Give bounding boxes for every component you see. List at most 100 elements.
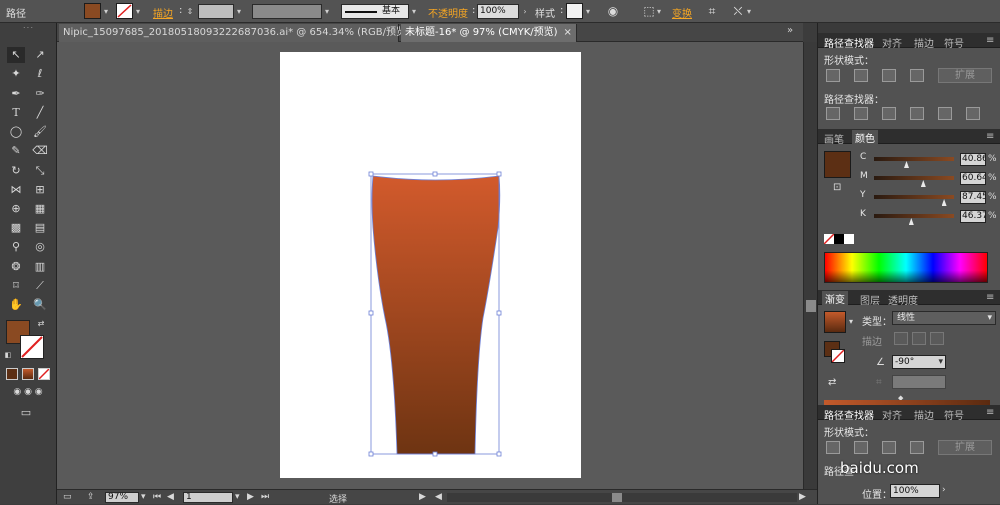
- stroke-color-box[interactable]: [20, 335, 44, 359]
- hand-tool-icon[interactable]: ✋: [7, 297, 25, 313]
- none-swatch[interactable]: [823, 233, 835, 245]
- eyedropper-tool-icon[interactable]: ⚲: [7, 239, 25, 255]
- column-graph-tool-icon[interactable]: ▥: [31, 259, 49, 275]
- first-artboard-icon[interactable]: ⏮: [153, 492, 161, 502]
- gradient-tool-icon[interactable]: ▤: [31, 220, 49, 236]
- status-arrow-icon[interactable]: ▶: [419, 492, 426, 502]
- zoom-field[interactable]: 97%: [105, 492, 139, 503]
- magic-wand-tool-icon[interactable]: ✦: [7, 66, 25, 82]
- graphic-style-swatch[interactable]: [566, 3, 583, 19]
- prev-artboard-icon[interactable]: ◀: [167, 492, 174, 502]
- gradient-angle-field[interactable]: -90° ▾: [892, 355, 946, 369]
- type-tool-icon[interactable]: T: [7, 105, 25, 121]
- fill-swatch-large[interactable]: [824, 151, 851, 178]
- white-swatch[interactable]: [844, 234, 854, 244]
- artboard-number-field[interactable]: 1: [183, 492, 233, 503]
- expand-button[interactable]: 扩展: [938, 68, 992, 83]
- exclude-icon[interactable]: [910, 441, 924, 454]
- channel-slider-c[interactable]: [874, 157, 954, 168]
- paintbrush-tool-icon[interactable]: 🖌: [31, 124, 49, 140]
- artboard-tool-icon[interactable]: ⌑: [7, 278, 25, 294]
- tab-document-2[interactable]: 未标题-16* @ 97% (CMYK/预览) ×: [401, 24, 577, 42]
- align-dropdown-icon[interactable]: ▾: [654, 4, 664, 19]
- gradient-stroke-box[interactable]: [831, 349, 845, 363]
- artboard-dropdown-icon[interactable]: ▾: [235, 492, 240, 502]
- vertical-scroll-thumb[interactable]: [806, 300, 816, 312]
- mesh-tool-icon[interactable]: ▩: [7, 220, 25, 236]
- intersect-icon[interactable]: [882, 441, 896, 454]
- variable-width-profile[interactable]: [252, 4, 322, 19]
- scale-tool-icon[interactable]: ⤡: [31, 163, 49, 179]
- status-artboard-icon[interactable]: ▭: [63, 492, 72, 502]
- color-spectrum[interactable]: [824, 252, 988, 283]
- hscroll-right-icon[interactable]: ▶: [799, 492, 806, 502]
- exclude-icon[interactable]: [910, 69, 924, 82]
- slider-thumb-icon[interactable]: [908, 218, 914, 225]
- vertical-scrollbar[interactable]: [803, 42, 817, 489]
- stroke-weight-dropdown-icon[interactable]: ▾: [234, 4, 244, 19]
- none-mode-icon[interactable]: [38, 368, 50, 380]
- reverse-gradient-icon[interactable]: ⇄: [828, 377, 836, 388]
- stroke-link[interactable]: 描边: [153, 5, 173, 20]
- zoom-dropdown-icon[interactable]: ▾: [141, 492, 146, 502]
- channel-slider-k[interactable]: [874, 214, 954, 225]
- ellipse-tool-icon[interactable]: ◯: [7, 124, 25, 140]
- isolate-icon[interactable]: ⌗: [703, 3, 721, 20]
- channel-value-m[interactable]: 60.64: [960, 172, 986, 185]
- free-transform-tool-icon[interactable]: ⊞: [31, 182, 49, 198]
- status-share-icon[interactable]: ⇪: [87, 492, 95, 502]
- pencil-tool-icon[interactable]: ✎: [7, 143, 25, 159]
- brush-definition[interactable]: 基本: [341, 4, 409, 19]
- opacity-label[interactable]: 不透明度: [428, 5, 468, 20]
- slider-thumb-icon[interactable]: [920, 180, 926, 187]
- swap-fill-stroke-icon[interactable]: ⇄: [36, 319, 46, 329]
- panel-menu-icon[interactable]: ≡: [986, 407, 994, 418]
- symbol-sprayer-tool-icon[interactable]: ❂: [7, 259, 25, 275]
- out-of-gamut-icon[interactable]: ⊡: [833, 182, 841, 193]
- outline-icon[interactable]: [938, 107, 952, 120]
- zoom-tool-icon[interactable]: 🔍: [31, 297, 49, 313]
- hscroll-left-icon[interactable]: ◀: [435, 492, 442, 502]
- opacity-field[interactable]: 100%: [477, 4, 519, 19]
- divide-icon[interactable]: [826, 107, 840, 120]
- fill-dropdown-icon[interactable]: ▾: [101, 4, 111, 19]
- tab-color[interactable]: 颜色: [852, 130, 878, 145]
- rotate-tool-icon[interactable]: ↻: [7, 163, 25, 179]
- options-dropdown-icon[interactable]: ▾: [744, 4, 754, 19]
- stroke-swatch[interactable]: [116, 3, 133, 19]
- curvature-tool-icon[interactable]: ✑: [31, 86, 49, 102]
- channel-slider-m[interactable]: [874, 176, 954, 187]
- channel-value-y[interactable]: 87.45: [960, 191, 986, 204]
- selection-tool-icon[interactable]: ↖: [7, 47, 25, 63]
- transform-link[interactable]: 变换: [672, 5, 692, 20]
- close-icon[interactable]: ×: [564, 27, 572, 38]
- width-tool-icon[interactable]: ⋈: [7, 182, 25, 198]
- aspect-ratio-field[interactable]: [892, 375, 946, 389]
- default-colors-icon[interactable]: ◧: [3, 350, 13, 360]
- line-tool-icon[interactable]: ╱: [31, 105, 49, 121]
- tab-document-1[interactable]: Nipic_15097685_20180518093222687036.ai* …: [59, 24, 424, 42]
- panel-menu-icon[interactable]: ≡: [986, 35, 994, 46]
- pen-tool-icon[interactable]: ✒: [7, 86, 25, 102]
- panel-menu-icon[interactable]: ≡: [986, 292, 994, 303]
- gradient-type-select[interactable]: 线性 ▾: [892, 311, 996, 325]
- vase-artwork[interactable]: [365, 168, 510, 464]
- minus-back-icon[interactable]: [966, 107, 980, 120]
- profile-dropdown-icon[interactable]: ▾: [322, 4, 332, 19]
- channel-slider-y[interactable]: [874, 195, 954, 206]
- stroke-gradient-along-icon[interactable]: [912, 332, 926, 345]
- fill-swatch[interactable]: [84, 3, 101, 19]
- stroke-weight-field[interactable]: [198, 4, 234, 19]
- lasso-tool-icon[interactable]: ℓ: [31, 66, 49, 82]
- tab-gradient[interactable]: 渐变: [822, 291, 848, 306]
- none-white-black-swatches[interactable]: [823, 233, 854, 245]
- horizontal-scroll-thumb[interactable]: [612, 493, 622, 502]
- intersect-icon[interactable]: [882, 69, 896, 82]
- channel-value-k[interactable]: 46.37: [960, 210, 986, 223]
- panel-menu-icon[interactable]: ≡: [986, 131, 994, 142]
- last-artboard-icon[interactable]: ⏭: [261, 492, 269, 502]
- stroke-gradient-across-icon[interactable]: [930, 332, 944, 345]
- color-mode-icon[interactable]: [6, 368, 18, 380]
- black-swatch[interactable]: [834, 234, 844, 244]
- position-field[interactable]: 100%: [890, 484, 940, 498]
